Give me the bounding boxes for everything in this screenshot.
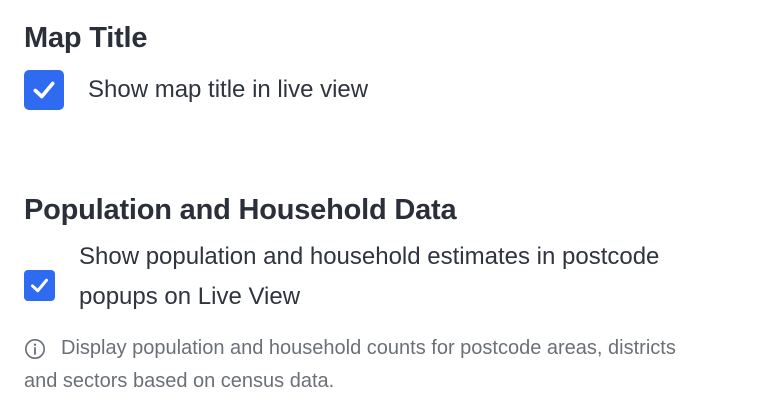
info-text-line1: Display population and household counts … <box>61 337 676 359</box>
show-population-option[interactable]: Show population and household estimates … <box>24 237 768 317</box>
show-population-label-line2: popups on Live View <box>79 283 301 310</box>
info-text-line2: and sectors based on census data. <box>24 370 335 392</box>
show-population-label-line1: Show population and household estimates … <box>79 243 660 270</box>
show-population-label[interactable]: Show population and household estimates … <box>79 237 739 317</box>
map-title-section: Map Title Show map title in live view <box>24 18 768 110</box>
show-population-checkbox[interactable] <box>24 270 55 301</box>
population-heading: Population and Household Data <box>24 194 457 226</box>
show-map-title-option[interactable]: Show map title in live view <box>24 70 768 110</box>
map-title-heading: Map Title <box>24 22 148 54</box>
checkmark-icon <box>31 278 48 293</box>
population-section: Population and Household Data Show popul… <box>24 190 768 398</box>
population-help-text: Display population and household counts … <box>24 332 768 398</box>
checkmark-icon <box>33 81 55 99</box>
info-icon <box>25 339 45 359</box>
show-map-title-checkbox[interactable] <box>24 70 64 110</box>
show-map-title-label[interactable]: Show map title in live view <box>88 70 368 110</box>
